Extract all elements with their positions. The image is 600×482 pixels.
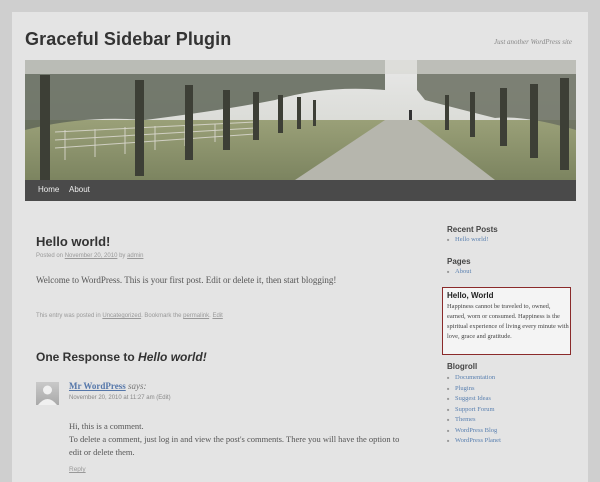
permalink-link[interactable]: permalink <box>183 313 209 319</box>
comment-date-link[interactable]: November 20, 2010 at 11:27 am <box>69 395 155 401</box>
recent-posts-list: Hello world! <box>447 235 488 246</box>
comment-says: says: <box>128 381 147 391</box>
responses-post-title: Hello world! <box>138 350 207 364</box>
blogroll-item[interactable]: WordPress Planet <box>447 436 501 447</box>
tree-lined-road-image <box>25 60 576 180</box>
avatar <box>36 382 59 405</box>
pages-title: Pages <box>447 257 471 266</box>
comment-date: November 20, 2010 at 11:27 am (Edit) <box>69 395 171 401</box>
blogroll-item[interactable]: Themes <box>447 415 501 426</box>
posted-on-label: Posted on <box>36 253 64 259</box>
responses-title: One Response to Hello world! <box>36 350 207 364</box>
post-body: Welcome to WordPress. This is your first… <box>36 275 337 285</box>
page: Graceful Sidebar Plugin Just another Wor… <box>12 12 588 482</box>
graceful-sidebar-quote: Hello, World Happiness cannot be travele… <box>442 287 571 355</box>
post-meta: Posted on November 20, 2010 by admin <box>36 253 143 259</box>
recent-posts-title: Recent Posts <box>447 225 498 234</box>
blogroll-title: Blogroll <box>447 362 478 371</box>
blogroll-item[interactable]: Documentation <box>447 373 501 384</box>
blogroll-item[interactable]: Plugins <box>447 384 501 395</box>
post-title[interactable]: Hello world! <box>36 234 110 249</box>
avatar-person-icon <box>38 385 57 405</box>
comment-edit-link[interactable]: (Edit) <box>156 395 170 401</box>
reply-link[interactable]: Reply <box>69 466 86 473</box>
category-link[interactable]: Uncategorized <box>102 313 141 319</box>
comment-body: Hi, this is a comment. To delete a comme… <box>69 420 409 459</box>
recent-post-item[interactable]: Hello world! <box>447 235 488 246</box>
site-title[interactable]: Graceful Sidebar Plugin <box>25 29 231 50</box>
pages-list: About <box>447 267 471 278</box>
comment-line-1: Hi, this is a comment. <box>69 421 144 431</box>
blogroll-item[interactable]: WordPress Blog <box>447 426 501 437</box>
comment-author-link[interactable]: Mr WordPress <box>69 381 126 391</box>
post-footer-meta: This entry was posted in Uncategorized. … <box>36 313 223 319</box>
comment-line-2: To delete a comment, just log in and vie… <box>69 434 400 457</box>
site-tagline: Just another WordPress site <box>494 38 572 46</box>
header-image <box>25 60 576 180</box>
main-navigation: Home About <box>25 180 576 201</box>
quote-title: Hello, World <box>447 291 494 300</box>
responses-prefix: One Response to <box>36 350 135 364</box>
post-author-link[interactable]: admin <box>127 253 143 259</box>
blogroll-item[interactable]: Suggest Ideas <box>447 394 501 405</box>
comment-author: Mr WordPress says: <box>69 381 147 391</box>
page-item-about[interactable]: About <box>447 267 471 278</box>
nav-item-home[interactable]: Home <box>38 185 59 194</box>
nav-item-about[interactable]: About <box>69 185 90 194</box>
post-date-link[interactable]: November 20, 2010 <box>65 253 118 259</box>
edit-post-link[interactable]: Edit <box>212 313 222 319</box>
site-header: Graceful Sidebar Plugin Just another Wor… <box>12 12 588 60</box>
bookmark-label: . Bookmark the <box>141 313 182 319</box>
by-label: by <box>119 253 126 259</box>
blogroll-item[interactable]: Support Forum <box>447 405 501 416</box>
posted-in-label: This entry was posted in <box>36 313 101 319</box>
blogroll-list: Documentation Plugins Suggest Ideas Supp… <box>447 373 501 447</box>
quote-body: Happiness cannot be traveled to, owned, … <box>447 303 569 340</box>
